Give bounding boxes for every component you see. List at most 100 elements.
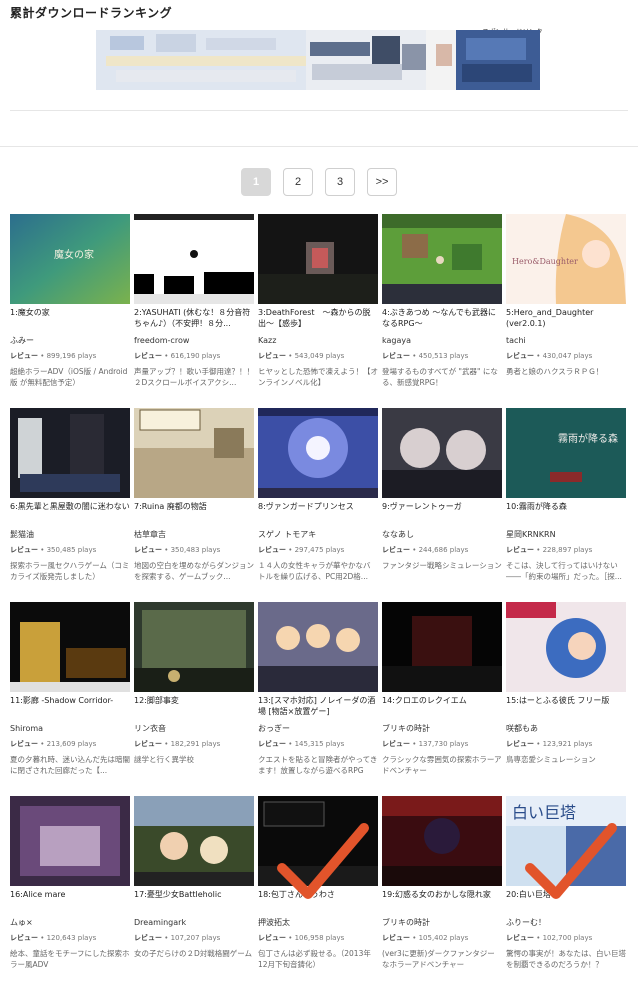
game-card[interactable]: 18:包丁さんのうわさ 押波拓太 レビュー • 106,958 plays 包丁さんは… — [258, 796, 378, 987]
review-label[interactable]: レビュー — [258, 546, 286, 554]
game-thumbnail[interactable] — [506, 602, 626, 692]
game-author[interactable]: ふみー — [10, 335, 130, 346]
game-author[interactable]: 押波拓太 — [258, 917, 378, 928]
game-card[interactable]: 15:はーとふる彼氏 フリー版 咲都もあ レビュー • 123,921 plays 鳥… — [506, 602, 626, 796]
review-label[interactable]: レビュー — [506, 546, 534, 554]
game-thumbnail[interactable] — [258, 602, 378, 692]
game-thumbnail[interactable] — [382, 214, 502, 304]
review-label[interactable]: レビュー — [10, 352, 38, 360]
game-thumbnail[interactable]: Hero&Daughter — [506, 214, 626, 304]
game-author[interactable]: ブリキの時計 — [382, 723, 502, 734]
game-title[interactable]: 19:幻惑る女のおかしな隠れ家 — [382, 889, 502, 911]
game-title[interactable]: 20:白い巨塔 — [506, 889, 626, 911]
game-title[interactable]: 8:ヴァンガードプリンセス — [258, 501, 378, 523]
game-card[interactable]: 2:YASUHATI (休むな！８分音符ちゃん♪）（不安押！８分... freed… — [134, 214, 254, 408]
game-author[interactable]: リン衣音 — [134, 723, 254, 734]
review-label[interactable]: レビュー — [258, 740, 286, 748]
game-card[interactable]: 6:黒先輩と黒屋敷の闇に迷わない 髭猫油 レビュー • 350,485 plays 探… — [10, 408, 130, 602]
game-thumbnail[interactable] — [258, 214, 378, 304]
game-card[interactable]: 霧雨が降る森 10:霧雨が降る森 星岡KRNKRN レビュー • 228,897 pl… — [506, 408, 626, 602]
game-thumbnail[interactable] — [382, 602, 502, 692]
game-title[interactable]: 9:ヴァーレントゥーガ — [382, 501, 502, 523]
review-label[interactable]: レビュー — [382, 740, 410, 748]
game-thumbnail[interactable]: 白い巨塔 — [506, 796, 626, 886]
game-thumbnail[interactable]: 霧雨が降る森 — [506, 408, 626, 498]
review-label[interactable]: レビュー — [382, 934, 410, 942]
game-title[interactable]: 11:影廊 -Shadow Corridor- — [10, 695, 130, 717]
game-author[interactable]: 星岡KRNKRN — [506, 529, 626, 540]
game-title[interactable]: 7:Ruina 廃都の物語 — [134, 501, 254, 523]
game-author[interactable]: おっぎー — [258, 723, 378, 734]
game-card[interactable]: 魔女の家 1:魔女の家 ふみー レビュー • 899,196 plays 超絶ホラーAD… — [10, 214, 130, 408]
game-thumbnail[interactable] — [134, 796, 254, 886]
game-title[interactable]: 13:[スマホ対応] ノレイーダの酒場 [物語×放置ゲー] — [258, 695, 378, 717]
game-title[interactable]: 15:はーとふる彼氏 フリー版 — [506, 695, 626, 717]
game-card[interactable]: 11:影廊 -Shadow Corridor- Shiroma レビュー • 213… — [10, 602, 130, 796]
game-card[interactable]: 8:ヴァンガードプリンセス スゲノ トモアキ レビュー • 297,475 play… — [258, 408, 378, 602]
review-label[interactable]: レビュー — [382, 546, 410, 554]
game-card[interactable]: 19:幻惑る女のおかしな隠れ家 ブリキの時計 レビュー • 105,402 play… — [382, 796, 502, 987]
game-thumbnail[interactable] — [10, 408, 130, 498]
game-card[interactable]: 17:憂型少女Battleholic Dreamingark レビュー • 107,… — [134, 796, 254, 987]
game-card[interactable]: 9:ヴァーレントゥーガ ななあし レビュー • 244,686 plays ファンタジ… — [382, 408, 502, 602]
page-button-next[interactable]: >> — [367, 168, 397, 196]
game-thumbnail[interactable] — [10, 796, 130, 886]
page-button-3[interactable]: 3 — [325, 168, 355, 196]
review-label[interactable]: レビュー — [134, 934, 162, 942]
game-thumbnail[interactable] — [258, 408, 378, 498]
game-author[interactable]: 咲都もあ — [506, 723, 626, 734]
game-thumbnail[interactable] — [382, 796, 502, 886]
game-author[interactable]: ふりーむ！ — [506, 917, 626, 928]
review-label[interactable]: レビュー — [134, 352, 162, 360]
ad-banner[interactable] — [96, 30, 540, 90]
game-author[interactable]: 髭猫油 — [10, 529, 130, 540]
game-thumbnail[interactable]: 魔女の家 — [10, 214, 130, 304]
game-card[interactable]: 白い巨塔 20:白い巨塔 ふりーむ！ レビュー • 102,700 plays 驚愕の事… — [506, 796, 626, 987]
review-label[interactable]: レビュー — [134, 740, 162, 748]
game-card[interactable]: 12:脚部事変 リン衣音 レビュー • 182,291 plays 謎学と行く異学校 — [134, 602, 254, 796]
game-title[interactable]: 16:Alice mare — [10, 889, 130, 911]
game-author[interactable]: ななあし — [382, 529, 502, 540]
review-label[interactable]: レビュー — [10, 546, 38, 554]
review-label[interactable]: レビュー — [10, 740, 38, 748]
game-author[interactable]: ムゅ× — [10, 917, 130, 928]
review-label[interactable]: レビュー — [258, 352, 286, 360]
game-author[interactable]: freedom-crow — [134, 335, 254, 346]
review-label[interactable]: レビュー — [506, 934, 534, 942]
review-label[interactable]: レビュー — [382, 352, 410, 360]
game-thumbnail[interactable] — [134, 602, 254, 692]
game-thumbnail[interactable] — [134, 408, 254, 498]
review-label[interactable]: レビュー — [10, 934, 38, 942]
game-card[interactable]: 13:[スマホ対応] ノレイーダの酒場 [物語×放置ゲー] おっぎー レビュー • … — [258, 602, 378, 796]
game-card[interactable]: 3:DeathForest ～森からの脱出～【惑歩】 Kazz レビュー • 543… — [258, 214, 378, 408]
game-title[interactable]: 17:憂型少女Battleholic — [134, 889, 254, 911]
game-author[interactable]: kagaya — [382, 335, 502, 346]
game-card[interactable]: 14:クロエのレクイエム ブリキの時計 レビュー • 137,730 plays クラ… — [382, 602, 502, 796]
game-author[interactable]: Dreamingark — [134, 917, 254, 928]
game-thumbnail[interactable] — [258, 796, 378, 886]
game-title[interactable]: 1:魔女の家 — [10, 307, 130, 329]
game-author[interactable]: 枯草章吉 — [134, 529, 254, 540]
game-card[interactable]: 7:Ruina 廃都の物語 枯草章吉 レビュー • 350,483 plays 地図の… — [134, 408, 254, 602]
game-thumbnail[interactable] — [10, 602, 130, 692]
page-button-1[interactable]: 1 — [241, 168, 271, 196]
game-title[interactable]: 12:脚部事変 — [134, 695, 254, 717]
game-thumbnail[interactable] — [382, 408, 502, 498]
game-title[interactable]: 18:包丁さんのうわさ — [258, 889, 378, 911]
review-label[interactable]: レビュー — [506, 740, 534, 748]
game-title[interactable]: 6:黒先輩と黒屋敷の闇に迷わない — [10, 501, 130, 523]
game-author[interactable]: Shiroma — [10, 723, 130, 734]
game-title[interactable]: 3:DeathForest ～森からの脱出～【惑歩】 — [258, 307, 378, 329]
game-thumbnail[interactable] — [134, 214, 254, 304]
game-title[interactable]: 10:霧雨が降る森 — [506, 501, 626, 523]
page-button-2[interactable]: 2 — [283, 168, 313, 196]
game-author[interactable]: スゲノ トモアキ — [258, 529, 378, 540]
game-title[interactable]: 14:クロエのレクイエム — [382, 695, 502, 717]
game-card[interactable]: Hero&Daughter 5:Hero_and_Daughter (ver2.0… — [506, 214, 626, 408]
game-card[interactable]: 16:Alice mare ムゅ× レビュー • 120,643 plays 絵本、童… — [10, 796, 130, 987]
game-card[interactable]: 4:ぶきあつめ ～なんでも武器になるRPG～ kagaya レビュー • 450,5… — [382, 214, 502, 408]
review-label[interactable]: レビュー — [258, 934, 286, 942]
review-label[interactable]: レビュー — [506, 352, 534, 360]
game-author[interactable]: tachi — [506, 335, 626, 346]
game-author[interactable]: Kazz — [258, 335, 378, 346]
